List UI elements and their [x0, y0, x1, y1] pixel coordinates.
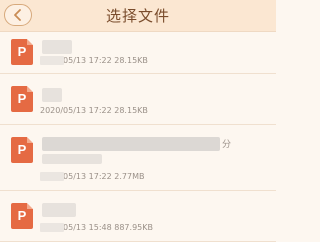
file-name-redacted: [42, 154, 102, 164]
file-item[interactable]: P 2020/05/13 17:22 28.15KB: [0, 74, 276, 125]
file-name-redacted: [42, 40, 72, 54]
ppt-file-icon: P: [11, 86, 33, 112]
ppt-letter: P: [17, 91, 27, 106]
meta-redaction: [40, 56, 64, 65]
ppt-letter: P: [17, 44, 27, 59]
meta-redaction: [40, 223, 64, 232]
file-item[interactable]: P 2020/05/13 17:22 28.15KB: [0, 32, 276, 74]
file-item[interactable]: P 2020/05/13 15:48 887.95KB: [0, 191, 276, 242]
ppt-file-icon: P: [11, 137, 33, 163]
file-name-redacted: [42, 203, 76, 217]
ppt-letter: P: [17, 208, 27, 223]
ppt-letter: P: [17, 142, 27, 157]
ppt-file-icon: P: [11, 203, 33, 229]
meta-redaction: [40, 172, 64, 181]
file-name-redacted: [42, 137, 220, 151]
app-header: 选择文件: [0, 0, 276, 32]
file-name-redacted: [42, 88, 62, 102]
file-name-trail: 分: [222, 140, 232, 150]
page-title: 选择文件: [105, 7, 170, 25]
file-item[interactable]: P 分 2020/05/13 17:22 2.77MB: [0, 125, 276, 191]
ppt-file-icon: P: [11, 39, 33, 65]
file-meta: 2020/05/13 17:22 28.15KB: [40, 106, 148, 115]
